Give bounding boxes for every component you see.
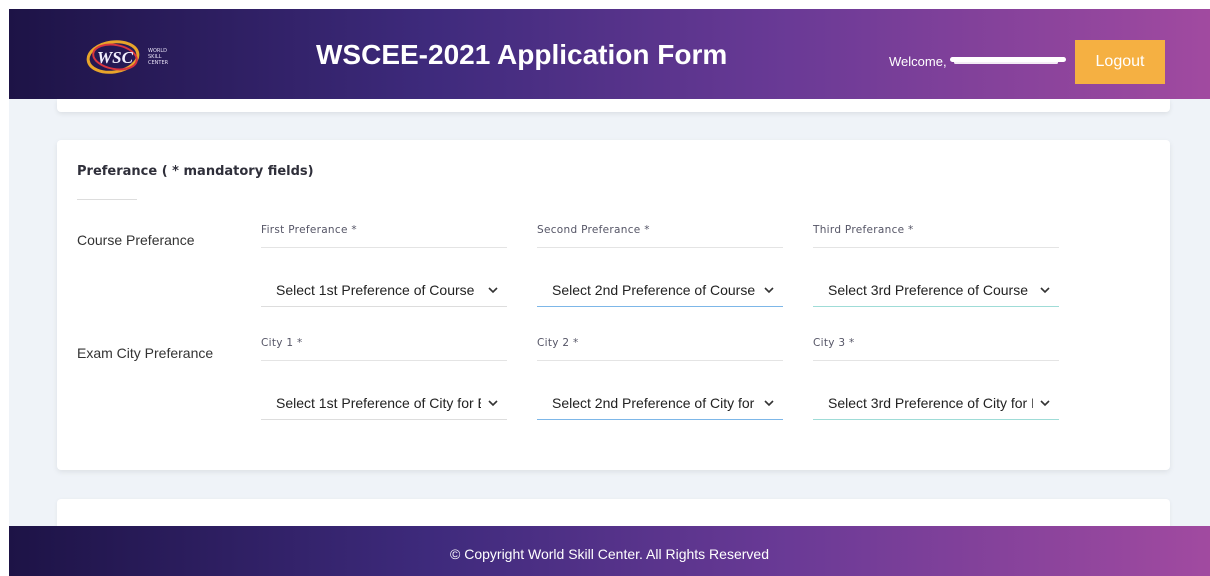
chevron-down-icon [764,400,774,407]
section-divider [77,199,137,200]
course-preference-3: Third Preferance * Select 3rd Preference… [813,224,1059,307]
course-preference-1: First Preferance * Select 1st Preference… [261,224,507,307]
city-preference-3-label: City 3 * [813,337,1059,361]
chevron-down-icon [764,287,774,294]
chevron-down-icon [488,287,498,294]
logout-button[interactable]: Logout [1075,40,1165,84]
course-preference-2-label: Second Preferance * [537,224,783,248]
city-preference-3-value: Select 3rd Preference of City for Exam [828,395,1033,411]
course-preference-1-value: Select 1st Preference of Course [276,282,475,298]
city-preference-3: City 3 * Select 3rd Preference of City f… [813,337,1059,420]
city-preference-2-label: City 2 * [537,337,783,361]
copyright-text: © Copyright World Skill Center. All Righ… [450,546,769,562]
preference-card: Preferance ( * mandatory fields) Course … [57,140,1170,470]
redacted-username [950,54,1066,68]
logo-subtext-line: CENTER [148,60,169,66]
logo-subtext: WORLD SKILL CENTER [148,48,168,66]
city-preference-3-select[interactable]: Select 3rd Preference of City for Exam [813,388,1059,420]
city-preference-1: City 1 * Select 1st Preference of City f… [261,337,507,420]
logo-text: WSC [97,48,134,67]
previous-card [57,99,1170,112]
chevron-down-icon [488,400,498,407]
section-title: Preferance ( * mandatory fields) [77,164,314,179]
city-preference-1-select[interactable]: Select 1st Preference of City for Exam [261,388,507,420]
chevron-down-icon [1040,400,1050,407]
course-preference-1-label: First Preferance * [261,224,507,248]
course-preference-label: Course Preferance [77,232,195,248]
exam-city-preference-label: Exam City Preferance [77,345,214,361]
course-preference-3-label: Third Preferance * [813,224,1059,248]
course-preference-2: Second Preferance * Select 2nd Preferenc… [537,224,783,307]
course-preference-2-value: Select 2nd Preference of Course [552,282,756,298]
city-preference-2-select[interactable]: Select 2nd Preference of City for Exam [537,388,783,420]
city-preference-1-value: Select 1st Preference of City for Exam [276,395,481,411]
city-preference-2-value: Select 2nd Preference of City for Exam [552,395,757,411]
page-title: WSCEE-2021 Application Form [316,39,728,70]
course-preference-2-select[interactable]: Select 2nd Preference of Course [537,275,783,307]
chevron-down-icon [1040,287,1050,294]
course-preference-3-select[interactable]: Select 3rd Preference of Course [813,275,1059,307]
course-preference-1-select[interactable]: Select 1st Preference of Course [261,275,507,307]
course-preference-3-value: Select 3rd Preference of Course [828,282,1028,298]
city-preference-2: City 2 * Select 2nd Preference of City f… [537,337,783,420]
app-header: WSC WORLD SKILL CENTER WSCEE-2021 Applic… [9,9,1210,99]
welcome-label: Welcome, [889,54,947,69]
city-preference-1-label: City 1 * [261,337,507,361]
app-footer: © Copyright World Skill Center. All Righ… [9,526,1210,576]
